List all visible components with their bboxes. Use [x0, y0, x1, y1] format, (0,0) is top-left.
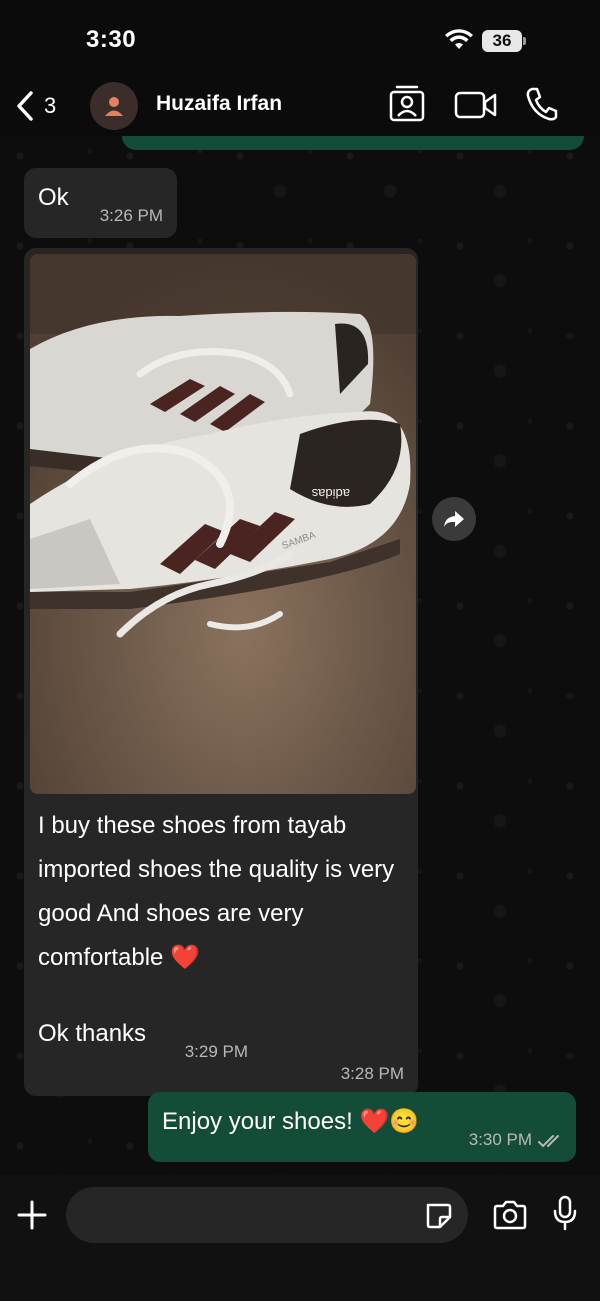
status-bar: 3:30 36 — [0, 0, 600, 80]
back-chevron-icon — [17, 91, 33, 121]
chat-area[interactable]: Ok 3:26 PM adidas SAMBA I buy these shoe… — [0, 136, 600, 1175]
forward-button[interactable] — [432, 497, 476, 541]
battery-tip — [523, 37, 526, 45]
back-button[interactable]: 3 — [14, 86, 56, 126]
outgoing-message[interactable]: Enjoy your shoes! ❤️😊 3:30 PM — [148, 1092, 576, 1162]
message-composer — [0, 1175, 600, 1301]
message-text: Ok thanks — [38, 1020, 147, 1047]
camera-icon[interactable] — [492, 1199, 528, 1231]
wifi-icon — [445, 29, 473, 49]
microphone-icon[interactable] — [552, 1195, 578, 1231]
message-input[interactable] — [66, 1187, 468, 1243]
message-time: 3:26 PM — [99, 206, 163, 225]
image-caption: I buy these shoes from tayab imported sh… — [38, 812, 395, 971]
forward-icon — [444, 511, 464, 527]
incoming-image-message[interactable]: adidas SAMBA I buy these shoes from taya… — [24, 248, 418, 1096]
status-time: 3:30 — [86, 26, 137, 53]
message-time: 3:28 PM — [340, 1064, 404, 1083]
avatar[interactable] — [90, 82, 138, 130]
message-text: Ok — [38, 184, 69, 211]
incoming-message[interactable]: Ok thanks 3:29 PM — [24, 1004, 262, 1074]
chat-header: 3 Huzaifa Irfan — [0, 80, 600, 136]
shoes-photo[interactable]: adidas SAMBA — [30, 254, 416, 794]
shoes-image: adidas SAMBA — [30, 254, 416, 794]
battery-indicator: 36 — [482, 30, 522, 52]
phone-icon[interactable] — [524, 86, 558, 122]
brand-text: adidas — [311, 486, 350, 501]
message-time: 3:29 PM — [184, 1042, 248, 1061]
contact-name[interactable]: Huzaifa Irfan — [156, 92, 282, 116]
message-text: Enjoy your shoes! ❤️😊 — [162, 1108, 420, 1135]
incoming-message[interactable]: Ok 3:26 PM — [24, 168, 177, 238]
plus-icon[interactable] — [16, 1199, 48, 1231]
unread-count: 3 — [44, 93, 57, 118]
video-call-icon[interactable] — [454, 90, 498, 120]
previous-message-bubble — [122, 136, 584, 150]
contact-card-icon[interactable] — [388, 84, 426, 124]
person-icon — [105, 97, 123, 116]
double-check-icon — [538, 1135, 559, 1148]
message-time: 3:30 PM — [468, 1130, 532, 1149]
sticker-icon[interactable] — [424, 1201, 452, 1229]
